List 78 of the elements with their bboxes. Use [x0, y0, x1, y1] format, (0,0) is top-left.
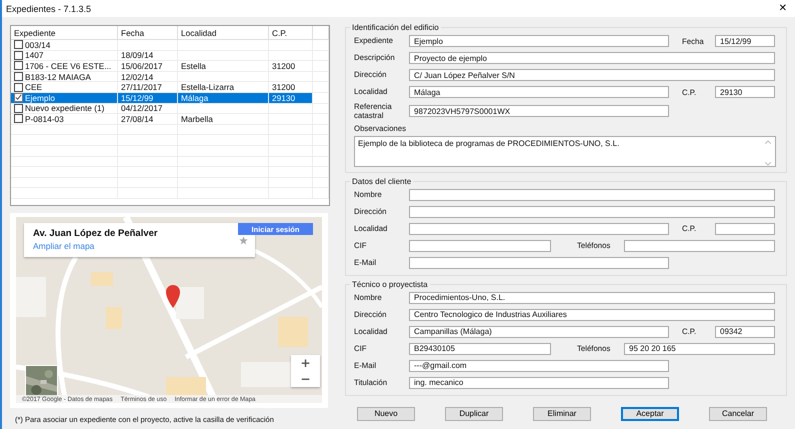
table-cell: 18/09/14	[121, 50, 154, 60]
dialog-button[interactable]: Eliminar	[533, 406, 591, 421]
dialog-button[interactable]: Nuevo	[357, 406, 415, 421]
group-title: Datos del cliente	[351, 176, 412, 186]
table-cell: 15/12/99	[121, 92, 154, 103]
input-field[interactable]	[409, 188, 775, 201]
input-field[interactable]	[624, 240, 775, 252]
input-field[interactable]: 15/12/99	[715, 35, 775, 47]
checkbox[interactable]	[14, 114, 23, 124]
table-cell: Estella	[181, 61, 206, 71]
column-header[interactable]: Expediente	[11, 26, 118, 39]
input-field[interactable]	[409, 206, 775, 218]
input-field[interactable]: Ejemplo	[409, 35, 669, 47]
dialog-button[interactable]: Duplicar	[445, 406, 503, 421]
list-row[interactable]: P-0814-03 27/08/14 Marbella	[11, 114, 329, 125]
table-cell: P-0814-03	[25, 114, 64, 124]
table-cell: B183-12 MAIAGA	[25, 72, 91, 82]
input-field[interactable]: Proyecto de ejemplo	[409, 52, 775, 64]
window-title: Expedientes - 7.1.3.5	[6, 4, 92, 14]
input-field[interactable]: 95 20 20 165	[624, 342, 775, 355]
zoom-out-button[interactable]: −	[291, 371, 320, 387]
input-field[interactable]: Centro Tecnologico de Industrias Auxiliares	[409, 308, 775, 321]
input-field[interactable]	[715, 222, 775, 235]
zoom-in-button[interactable]: +	[291, 355, 320, 371]
star-icon[interactable]	[239, 236, 248, 245]
checkbox[interactable]	[14, 72, 23, 82]
table-cell: 12/02/14	[121, 72, 154, 82]
table-cell: 003/14	[25, 40, 50, 50]
checkbox[interactable]	[14, 82, 23, 92]
table-cell: 29130	[272, 92, 296, 103]
text-area[interactable]: Ejemplo de la biblioteca de programas de PROCEDIMIENTOS-UNO, S.L.	[354, 136, 776, 167]
input-field[interactable]: Procedimientos-Uno, S.L.	[409, 292, 775, 304]
checkbox[interactable]	[14, 93, 23, 102]
input-field[interactable]: C/ Juan López Peñalver S/N	[409, 69, 775, 81]
checkbox[interactable]	[14, 61, 23, 70]
place-title: Av. Juan López de Peñalver	[33, 228, 159, 239]
list-row[interactable]: B183-12 MAIAGA 12/02/14	[11, 72, 329, 82]
table-cell: 31200	[272, 61, 296, 71]
list-row[interactable]: Nuevo expediente (1) 04/12/2017	[11, 104, 329, 114]
input-field[interactable]: Málaga	[409, 86, 669, 98]
enlarge-map-link[interactable]: Ampliar el mapa	[33, 241, 94, 251]
table-cell: 27/08/14	[121, 114, 154, 124]
input-field[interactable]: 09342	[715, 326, 775, 338]
list-row[interactable]: 003/14	[11, 40, 329, 51]
table-cell: CEE	[25, 82, 42, 92]
column-header[interactable]: C.P.	[269, 26, 313, 39]
input-field[interactable]	[409, 222, 669, 235]
close-button[interactable]: ✕	[770, 3, 795, 14]
table-cell: 04/12/2017	[121, 104, 163, 114]
table-cell: 1407	[25, 50, 44, 60]
list-row[interactable]: Ejemplo 15/12/99 Málaga 29130	[11, 92, 329, 104]
table-cell: 27/11/2017	[121, 82, 162, 92]
dialog-button[interactable]: Cancelar	[709, 406, 767, 421]
table-cell: Estella-Lizarra	[181, 82, 234, 92]
table-cell: Nuevo expediente (1)	[25, 104, 104, 114]
input-field[interactable]: ---@gmail.com	[409, 360, 669, 372]
input-field[interactable]	[409, 240, 551, 252]
group-title: Técnico o proyectista	[351, 280, 429, 289]
checkbox[interactable]	[14, 40, 23, 50]
dialog-button[interactable]: Aceptar	[621, 406, 679, 421]
input-field[interactable]: ing. mecanico	[409, 376, 669, 389]
table-cell: 31200	[272, 82, 296, 92]
input-field[interactable]: Campanillas (Málaga)	[409, 326, 669, 338]
list-row[interactable]: 1407 18/09/14	[11, 50, 329, 62]
table-cell: Málaga	[181, 92, 208, 103]
group-title: Identificación del edificio	[351, 23, 440, 32]
table-cell: 15/06/2017	[121, 61, 163, 71]
list-row[interactable]: 1706 - CEE V6 ESTE... 15/06/2017 Estella 31200	[11, 61, 329, 72]
table-cell: Marbella	[181, 114, 213, 124]
scrollbar-icon[interactable]	[764, 138, 772, 167]
input-field[interactable]: 29130	[715, 86, 775, 98]
table-cell: 1706 - CEE V6 ESTE...	[25, 61, 112, 71]
input-field[interactable]: 9872023VH5797S0001WX	[409, 105, 669, 118]
input-field[interactable]: B29430105	[409, 342, 551, 355]
column-header[interactable]: Fecha	[118, 26, 178, 39]
table-cell: Ejemplo	[25, 92, 55, 103]
column-header[interactable]: Localidad	[178, 26, 269, 39]
input-field[interactable]	[409, 256, 669, 269]
